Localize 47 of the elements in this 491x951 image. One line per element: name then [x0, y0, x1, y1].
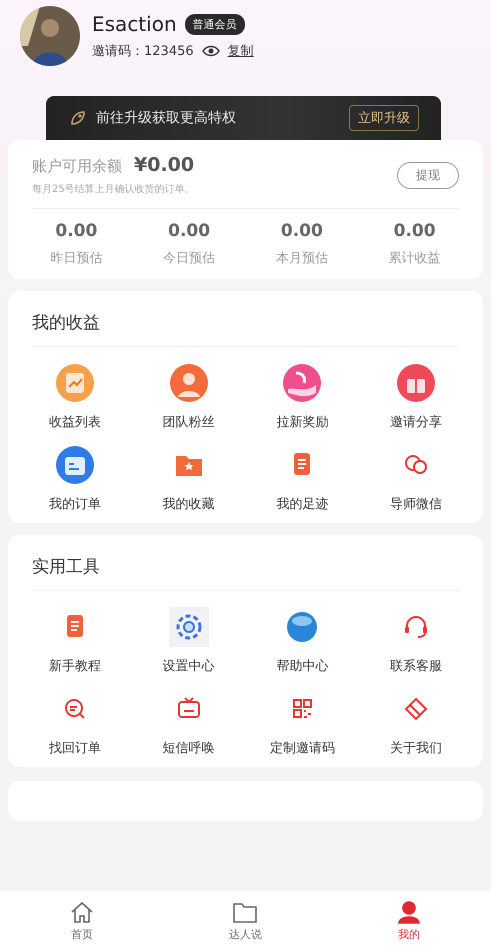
menu-label[interactable]: 定制邀请码 [270, 739, 335, 757]
settings-icon[interactable] [168, 607, 209, 647]
menu-label[interactable]: 找回订单 [48, 739, 101, 757]
member-badge: 普通会员 [184, 14, 245, 34]
menu-label[interactable]: 新手教程 [48, 657, 101, 675]
section-title: 实用工具 [32, 555, 459, 591]
tab[interactable]: 首页 [0, 891, 164, 951]
menu-label[interactable]: 邀请分享 [390, 413, 442, 431]
eye-icon[interactable] [202, 45, 220, 57]
chart-icon[interactable] [54, 363, 95, 403]
menu-label[interactable]: 我的收藏 [162, 495, 215, 513]
settlement-note: 每月25号结算上月确认收货的订单。 [32, 182, 195, 196]
home-icon [68, 900, 95, 924]
balance-amount: ¥0.00 [134, 154, 194, 176]
balance-label: 账户可用余额 [32, 157, 122, 175]
stat-value: 0.00 [55, 221, 98, 241]
person-icon[interactable] [168, 363, 209, 403]
menu-label[interactable]: 我的足迹 [276, 495, 328, 513]
menu-label[interactable]: 联系客服 [390, 657, 442, 675]
tab[interactable]: 我的 [327, 891, 491, 951]
menu-label[interactable]: 关于我们 [390, 739, 442, 757]
withdraw-button[interactable]: 提现 [397, 162, 459, 188]
stat-value: 0.00 [280, 221, 323, 241]
stat-label: 累计收益 [388, 250, 441, 267]
stat-label: 昨日预估 [50, 250, 102, 267]
note-icon[interactable] [54, 445, 95, 485]
invite-code: 邀请码：123456 [92, 43, 194, 60]
user-name: Esaction [92, 12, 177, 36]
copy-link[interactable]: 复制 [228, 42, 254, 60]
menu-label[interactable]: 团队粉丝 [162, 413, 215, 431]
menu-label[interactable]: 帮助中心 [276, 657, 328, 675]
stat-label: 今日预估 [163, 250, 216, 267]
section-title: 我的收益 [32, 311, 459, 347]
folder-icon [232, 900, 258, 924]
menu-label[interactable]: 导师微信 [390, 495, 442, 513]
upgrade-button[interactable]: 立即升级 [349, 105, 419, 131]
menu-label[interactable]: 收益列表 [48, 413, 101, 431]
stat-value: 0.00 [394, 221, 436, 241]
stat-value: 0.00 [168, 221, 210, 241]
menu-label[interactable]: 我的订单 [48, 495, 101, 513]
upgrade-text: 前往升级获取更高特权 [96, 109, 237, 127]
menu-label[interactable]: 短信呼唤 [162, 739, 215, 757]
menu-label[interactable]: 拉新奖励 [276, 413, 328, 431]
menu-label[interactable]: 设置中心 [162, 657, 215, 675]
stat-label: 本月预估 [276, 250, 328, 267]
tab[interactable]: 达人说 [164, 891, 328, 951]
user-icon [396, 900, 422, 924]
